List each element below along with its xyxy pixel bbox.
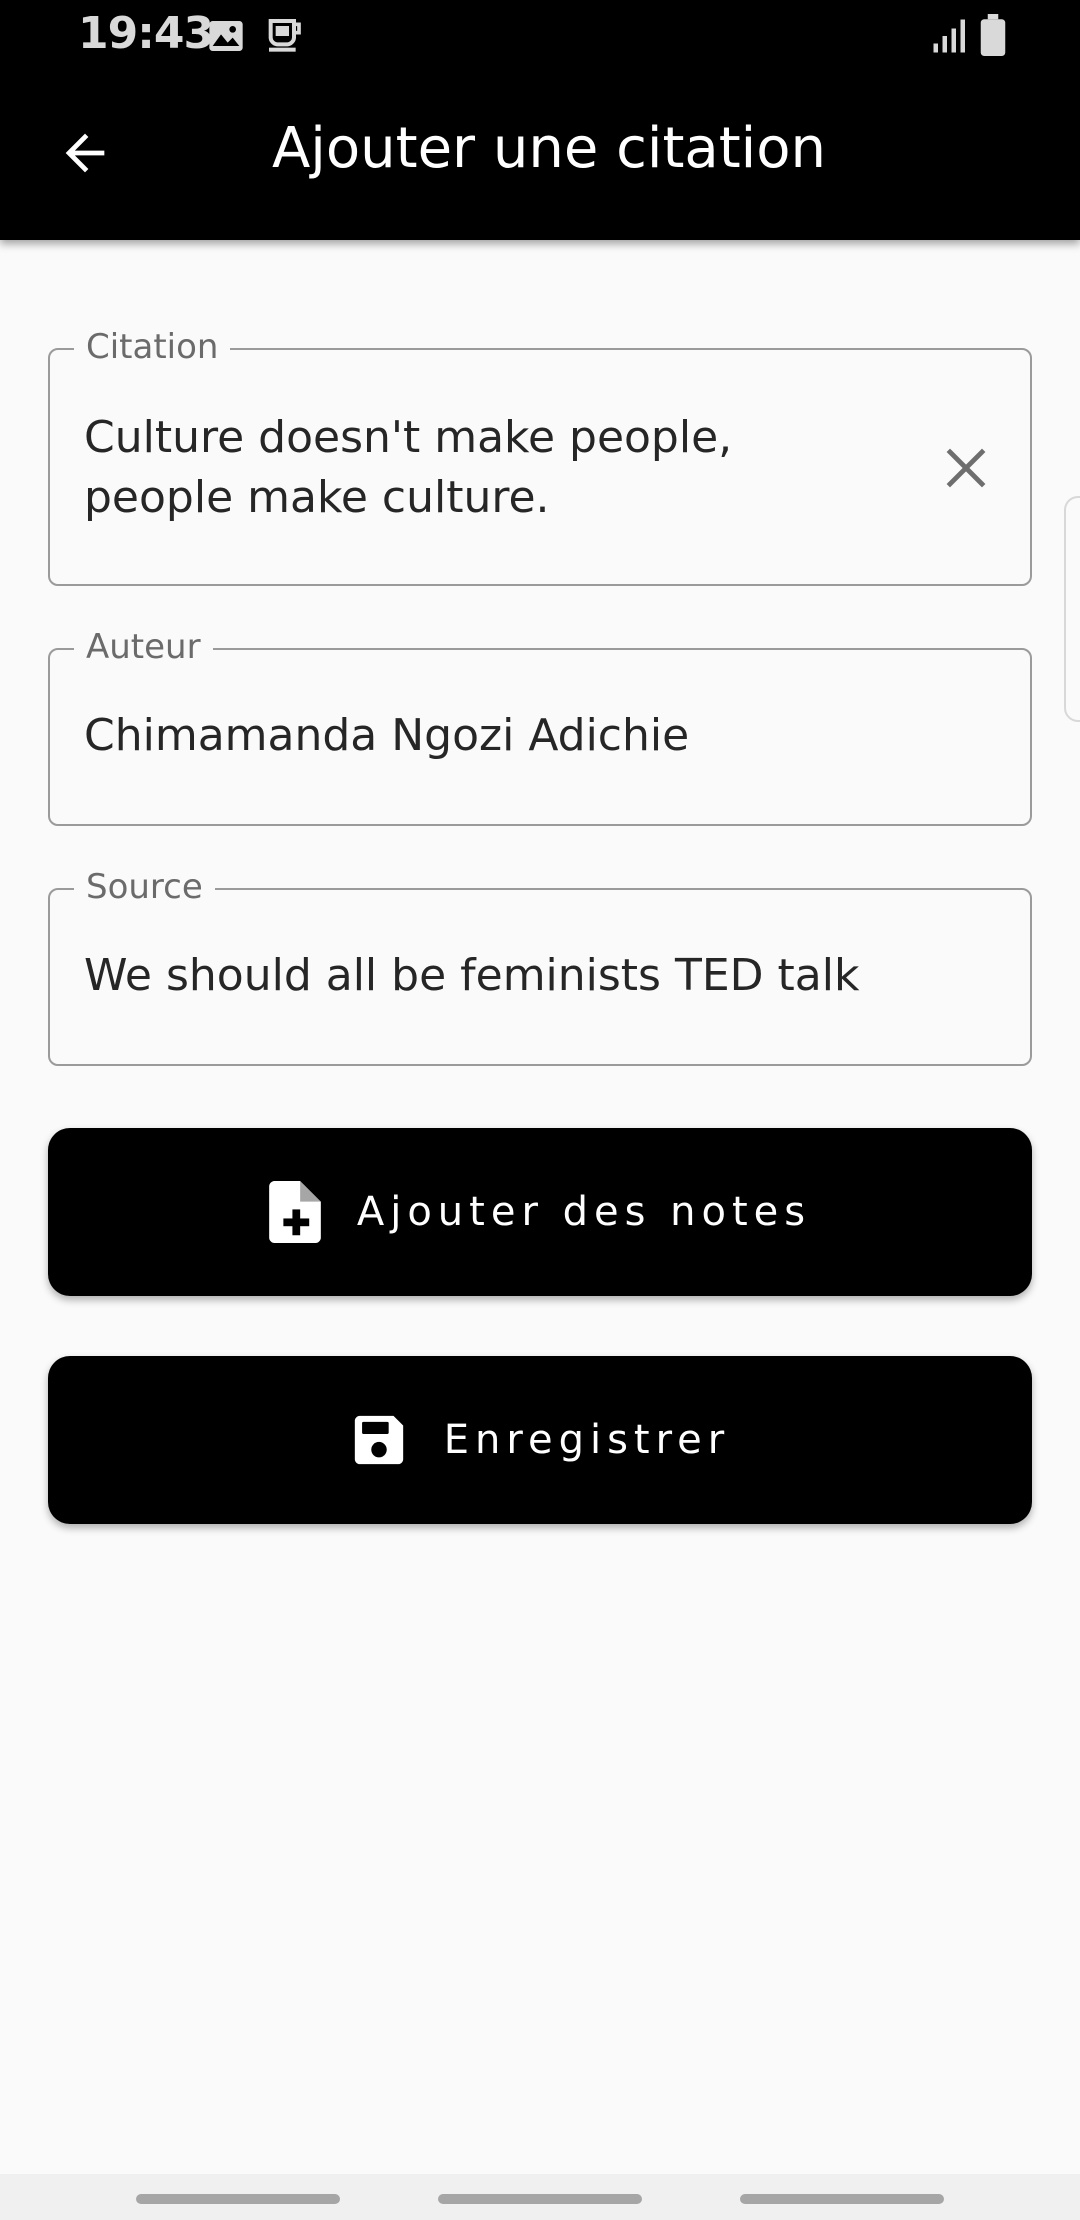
clear-citation-button[interactable] (936, 440, 996, 500)
add-notes-button[interactable]: Ajouter des notes (48, 1128, 1032, 1296)
battery-icon (978, 14, 1008, 60)
citation-field-value[interactable]: Culture doesn't make people, people make… (84, 408, 732, 528)
status-bar: 19:43 (0, 0, 1080, 72)
citation-field[interactable]: Citation Culture doesn't make people, pe… (48, 326, 1032, 586)
save-label: Enregistrer (443, 1417, 731, 1463)
citation-line-2: people make culture. (84, 472, 550, 523)
source-field-label: Source (74, 866, 215, 908)
author-field-label: Auteur (74, 626, 213, 668)
system-nav-bar (0, 2174, 1080, 2220)
arrow-left-icon (56, 124, 114, 186)
source-field[interactable]: Source We should all be feminists TED ta… (48, 866, 1032, 1066)
nav-back-handle[interactable] (740, 2194, 944, 2204)
file-plus-icon (269, 1181, 321, 1243)
add-notes-label: Ajouter des notes (356, 1189, 812, 1235)
source-field-value[interactable]: We should all be feminists TED talk (84, 946, 859, 1006)
back-button[interactable] (40, 110, 130, 200)
close-icon (942, 444, 990, 496)
app-bar: Ajouter une citation (0, 72, 1080, 240)
signal-icon (932, 18, 968, 58)
status-time: 19:43 (78, 8, 214, 59)
coffee-icon (264, 16, 304, 60)
author-field[interactable]: Auteur Chimamanda Ngozi Adichie (48, 626, 1032, 826)
nav-recents-handle[interactable] (136, 2194, 340, 2204)
floppy-disk-icon (350, 1411, 408, 1469)
side-panel-handle[interactable] (1064, 496, 1080, 722)
citation-field-label: Citation (74, 326, 231, 368)
citation-line-1: Culture doesn't make people, (84, 412, 733, 463)
page-title: Ajouter une citation (272, 116, 826, 181)
nav-home-handle[interactable] (438, 2194, 642, 2204)
image-icon (206, 16, 246, 60)
save-button[interactable]: Enregistrer (48, 1356, 1032, 1524)
author-field-value[interactable]: Chimamanda Ngozi Adichie (84, 706, 689, 766)
